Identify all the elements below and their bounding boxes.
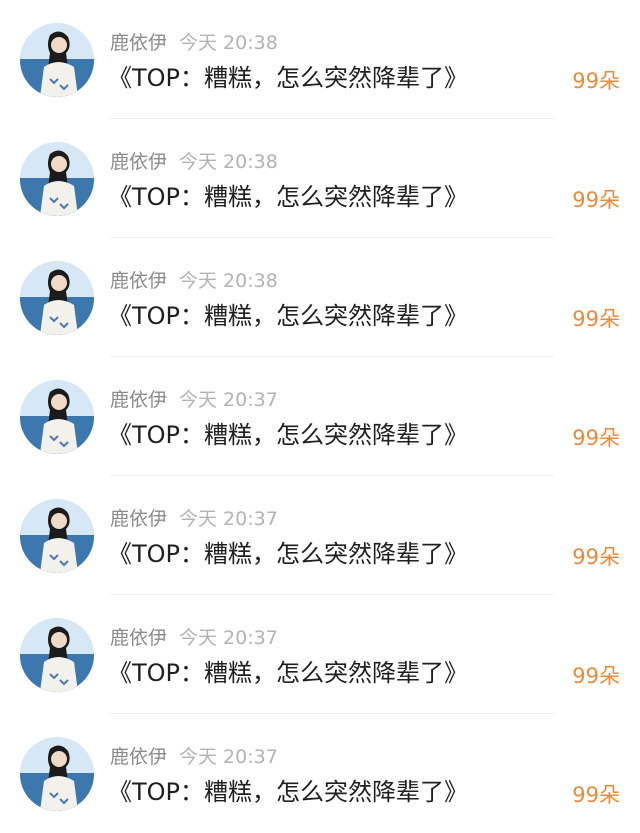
timestamp: 今天 20:37: [179, 627, 278, 649]
flower-count: 99朵: [572, 188, 620, 212]
timestamp: 今天 20:38: [179, 151, 278, 173]
avatar[interactable]: [20, 380, 94, 454]
message-meta: 鹿依伊 今天 20:38: [110, 267, 278, 295]
work-title[interactable]: 《TOP：糟糕，怎么突然降辈了》: [108, 180, 468, 214]
timestamp: 今天 20:38: [179, 270, 278, 292]
avatar-photo: [20, 618, 94, 692]
timestamp: 今天 20:37: [179, 746, 278, 768]
username[interactable]: 鹿依伊: [110, 151, 167, 173]
list-item[interactable]: 鹿依伊 今天 20:37 《TOP：糟糕，怎么突然降辈了》 99朵: [0, 476, 640, 595]
list-item[interactable]: 鹿依伊 今天 20:38 《TOP：糟糕，怎么突然降辈了》 99朵: [0, 0, 640, 119]
message-meta: 鹿依伊 今天 20:38: [110, 29, 278, 57]
message-meta: 鹿依伊 今天 20:37: [110, 624, 278, 652]
timestamp: 今天 20:37: [179, 389, 278, 411]
timestamp: 今天 20:37: [179, 508, 278, 530]
flower-count: 99朵: [572, 69, 620, 93]
work-title[interactable]: 《TOP：糟糕，怎么突然降辈了》: [108, 418, 468, 452]
work-title[interactable]: 《TOP：糟糕，怎么突然降辈了》: [108, 775, 468, 809]
message-meta: 鹿依伊 今天 20:37: [110, 743, 278, 771]
message-meta: 鹿依伊 今天 20:37: [110, 505, 278, 533]
avatar[interactable]: [20, 23, 94, 97]
avatar-photo: [20, 142, 94, 216]
list-item[interactable]: 鹿依伊 今天 20:37 《TOP：糟糕，怎么突然降辈了》 99朵: [0, 357, 640, 476]
list-item[interactable]: 鹿依伊 今天 20:38 《TOP：糟糕，怎么突然降辈了》 99朵: [0, 238, 640, 357]
list-item[interactable]: 鹿依伊 今天 20:38 《TOP：糟糕，怎么突然降辈了》 99朵: [0, 119, 640, 238]
message-meta: 鹿依伊 今天 20:37: [110, 386, 278, 414]
avatar[interactable]: [20, 142, 94, 216]
flower-count: 99朵: [572, 426, 620, 450]
avatar-photo: [20, 737, 94, 811]
work-title[interactable]: 《TOP：糟糕，怎么突然降辈了》: [108, 537, 468, 571]
flower-count: 99朵: [572, 545, 620, 569]
avatar[interactable]: [20, 618, 94, 692]
username[interactable]: 鹿依伊: [110, 389, 167, 411]
username[interactable]: 鹿依伊: [110, 32, 167, 54]
username[interactable]: 鹿依伊: [110, 508, 167, 530]
avatar-photo: [20, 499, 94, 573]
flower-count: 99朵: [572, 783, 620, 807]
list-item[interactable]: 鹿依伊 今天 20:37 《TOP：糟糕，怎么突然降辈了》 99朵: [0, 595, 640, 714]
timestamp: 今天 20:38: [179, 32, 278, 54]
avatar-photo: [20, 23, 94, 97]
avatar-photo: [20, 380, 94, 454]
work-title[interactable]: 《TOP：糟糕，怎么突然降辈了》: [108, 656, 468, 690]
gift-message-list: 鹿依伊 今天 20:38 《TOP：糟糕，怎么突然降辈了》 99朵 鹿依伊 今天 2…: [0, 0, 640, 832]
list-item[interactable]: 鹿依伊 今天 20:37 《TOP：糟糕，怎么突然降辈了》 99朵: [0, 714, 640, 833]
work-title[interactable]: 《TOP：糟糕，怎么突然降辈了》: [108, 61, 468, 95]
message-meta: 鹿依伊 今天 20:38: [110, 148, 278, 176]
flower-count: 99朵: [572, 664, 620, 688]
username[interactable]: 鹿依伊: [110, 627, 167, 649]
flower-count: 99朵: [572, 307, 620, 331]
username[interactable]: 鹿依伊: [110, 746, 167, 768]
avatar-photo: [20, 261, 94, 335]
username[interactable]: 鹿依伊: [110, 270, 167, 292]
avatar[interactable]: [20, 499, 94, 573]
avatar[interactable]: [20, 261, 94, 335]
avatar[interactable]: [20, 737, 94, 811]
work-title[interactable]: 《TOP：糟糕，怎么突然降辈了》: [108, 299, 468, 333]
